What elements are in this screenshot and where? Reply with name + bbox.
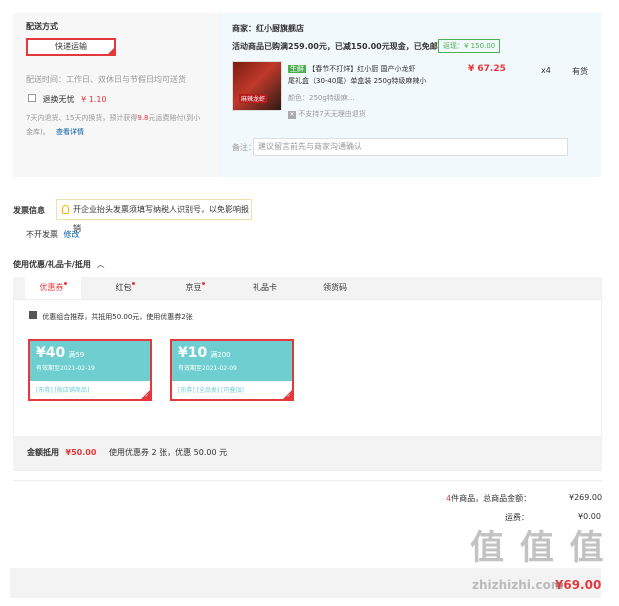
- coupon-card-top: ¥40 满59 有效期至2021-02-19: [30, 341, 150, 381]
- tab-redeem-code[interactable]: 领货码: [307, 277, 363, 299]
- goods-total-value: ¥269.00: [569, 493, 603, 502]
- coupon-expiry: 有效期至2021-02-09: [178, 365, 237, 372]
- tab-red-packet[interactable]: 红包: [97, 277, 153, 299]
- coupon-section-toggle[interactable]: 使用优惠/礼品卡/抵用 ︿: [13, 259, 105, 270]
- tab-red-packet-dot: [131, 282, 135, 285]
- combo-checkbox[interactable]: [29, 311, 37, 319]
- lightbulb-icon: [62, 205, 69, 214]
- check-icon: ✓: [144, 393, 149, 399]
- product-name[interactable]: 生鲜 【春节不打烊】红小厨 国产小龙虾 尾礼盒（30-40尾）单盒装 250g特…: [288, 63, 438, 87]
- tab-redeem-code-label: 领货码: [323, 283, 347, 292]
- tab-jingdou-label: 京豆: [185, 283, 202, 292]
- shipping-title: 配送方式: [26, 22, 58, 31]
- promo-text: 活动商品已购满259.00元，已减150.00元现金，已免邮: [232, 42, 438, 51]
- invoice-value: 不开发票: [26, 230, 58, 239]
- deduct-label: 金额抵用: [27, 448, 59, 457]
- tab-coupon[interactable]: 优惠券: [25, 277, 81, 299]
- invoice-tip-text: 开企业抬头发票须填写纳税人识别号，以免影响报销: [73, 205, 249, 233]
- goods-count-label: 4件商品，总商品金额：: [446, 493, 531, 504]
- coupon-card[interactable]: ¥10 满200 有效期至2021-02-09 [东券] [全品类] [可叠加] …: [170, 339, 294, 401]
- coupon-tabbar: 优惠券 红包 京豆 礼品卡 领货码: [13, 277, 602, 299]
- fresh-tag: 生鲜: [288, 65, 306, 73]
- seller-name[interactable]: 红小厨旗舰店: [256, 24, 304, 33]
- seller-row: 商家：红小厨旗舰店: [232, 23, 304, 34]
- insurance-row: 退换无忧 ¥ 1.10: [28, 94, 107, 105]
- product-spec: 颜色：250g特级麻...: [288, 94, 355, 102]
- tab-gift-card[interactable]: 礼品卡: [237, 277, 293, 299]
- product-quantity: x4: [541, 66, 551, 75]
- watermark-logo: 值 值 值: [470, 528, 606, 568]
- coupon-amount: ¥40: [36, 345, 66, 361]
- shipping-method-button[interactable]: 快递运输: [26, 38, 116, 56]
- check-icon: ✓: [286, 393, 291, 399]
- coupon-condition: 满59: [68, 351, 85, 359]
- coupon-card-top: ¥10 满200 有效期至2021-02-09: [172, 341, 292, 381]
- chevron-up-icon: ︿: [96, 260, 105, 269]
- stock-status: 有货: [572, 67, 588, 76]
- insurance-price: ¥ 1.10: [81, 95, 107, 104]
- coupon-tags: [东券] [限店铺商品]: [36, 387, 90, 394]
- discount-summary-bar: 金额抵用 ¥50.00 使用优惠券 2 张，优惠 50.00 元: [13, 436, 602, 470]
- coupon-condition: 满200: [210, 351, 231, 359]
- deduct-description: 使用优惠券 2 张，优惠 50.00 元: [108, 448, 228, 457]
- insurance-desc-part1: 7天内退货、15天内换货，预计获得: [26, 114, 138, 122]
- divider: [13, 480, 602, 481]
- combo-text: 优惠组合推荐，共抵用50.00元，使用优惠券2张: [42, 313, 193, 321]
- product-image[interactable]: 麻辣龙虾: [232, 61, 282, 111]
- details-link[interactable]: 查看详情: [56, 128, 84, 136]
- coupon-section-title: 使用优惠/礼品卡/抵用: [13, 260, 91, 269]
- insurance-checkbox[interactable]: [28, 94, 36, 102]
- product-name-line2: 尾礼盒（30-40尾）单盒装 250g特级麻辣小: [288, 77, 427, 85]
- coupon-tags: [东券] [全品类] [可叠加]: [178, 387, 244, 394]
- coupon-card[interactable]: ¥40 满59 有效期至2021-02-19 [东券] [限店铺商品] ✓: [28, 339, 152, 401]
- watermark-site: zhizhizhi.com: [472, 578, 564, 592]
- return-policy-text: 不支持7天无理由退货: [298, 110, 366, 118]
- insurance-desc-amount: 9.8: [137, 114, 149, 122]
- tab-coupon-dot: [63, 282, 67, 285]
- invoice-value-row: 不开发票 修改: [26, 229, 80, 240]
- remark-input[interactable]: 建议留言前先与商家沟通确认: [253, 138, 568, 156]
- tab-gift-card-label: 礼品卡: [253, 283, 277, 292]
- goods-total-label: 件商品，总商品金额：: [451, 494, 532, 503]
- tab-jingdou[interactable]: 京豆: [167, 277, 223, 299]
- insurance-label: 退换无忧: [42, 95, 75, 104]
- tab-red-packet-label: 红包: [115, 283, 132, 292]
- invoice-tip: 开企业抬头发票须填写纳税人识别号，以免影响报销: [56, 199, 252, 233]
- return-policy: ✕ 不支持7天无理由退货: [288, 109, 366, 119]
- insurance-description: 7天内退货、15天内换货，预计获得9.8元运费赔付(到小 金库)。 查看详情: [26, 111, 216, 139]
- tab-coupon-label: 优惠券: [39, 283, 64, 292]
- delivery-time-text: 配送时间：工作日、双休日与节假日均可送货: [26, 75, 186, 84]
- no-return-icon: ✕: [288, 111, 296, 119]
- deduct-amount: ¥50.00: [65, 448, 97, 457]
- invoice-edit-link[interactable]: 修改: [64, 230, 80, 239]
- invoice-title: 发票信息: [13, 206, 45, 215]
- selected-corner-icon: [108, 48, 114, 54]
- product-name-line1: 【春节不打烊】红小厨 国产小龙虾: [308, 65, 416, 73]
- tab-jingdou-dot: [201, 282, 205, 285]
- shipping-method-label: 快递运输: [55, 42, 87, 51]
- cashback-badge: 返现：¥ 150.00: [438, 39, 501, 53]
- coupon-amount: ¥10: [178, 345, 208, 361]
- combo-row: 优惠组合推荐，共抵用50.00元，使用优惠券2张: [29, 311, 193, 322]
- insurance-desc-part3: 金库)。: [26, 128, 50, 136]
- insurance-desc-part2: 元运费赔付(到小: [148, 114, 201, 122]
- product-price: ¥ 67.25: [468, 64, 506, 74]
- coupon-expiry: 有效期至2021-02-19: [36, 365, 95, 372]
- seller-label: 商家：: [232, 24, 256, 33]
- product-image-label: 麻辣龙虾: [239, 94, 268, 103]
